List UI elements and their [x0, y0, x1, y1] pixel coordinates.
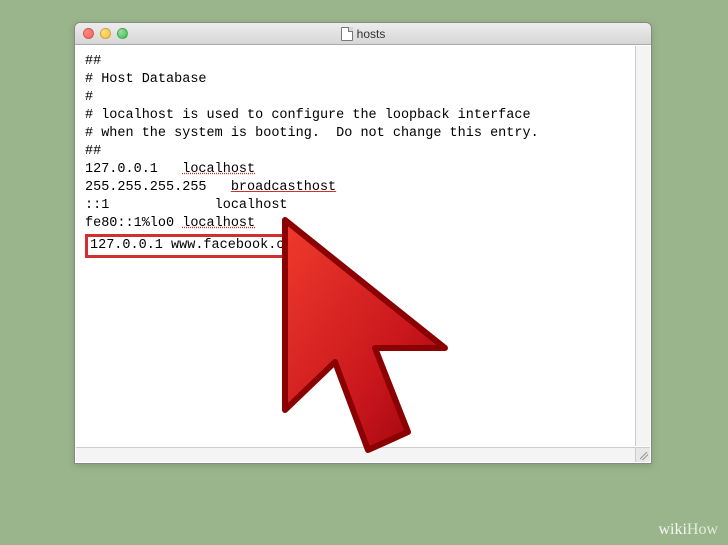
spellcheck-underline: localhost [182, 162, 255, 177]
title-area: hosts [75, 27, 651, 41]
minimize-button[interactable] [100, 28, 111, 39]
watermark: wikiHow [658, 521, 718, 539]
document-icon [341, 27, 353, 41]
hosts-line: # Host Database [85, 71, 641, 89]
hosts-line: 127.0.0.1 localhost [85, 161, 641, 179]
hosts-line: ## [85, 143, 641, 161]
spellcheck-underline: broadcasthost [231, 180, 336, 195]
hosts-line: fe80::1%lo0 localhost [85, 215, 641, 233]
hosts-line: # [85, 89, 641, 107]
zoom-button[interactable] [117, 28, 128, 39]
traffic-lights [83, 28, 128, 39]
window-title: hosts [357, 27, 386, 41]
spellcheck-underline: localhost [182, 216, 255, 231]
editor-content[interactable]: ## # Host Database # # localhost is used… [75, 45, 651, 266]
text-editor-window: hosts ## # Host Database # # localhost i… [74, 22, 652, 464]
hosts-line: ::1 localhost [85, 197, 641, 215]
vertical-scrollbar[interactable] [635, 46, 650, 446]
hosts-line: # when the system is booting. Do not cha… [85, 125, 641, 143]
window-titlebar[interactable]: hosts [75, 23, 651, 45]
hosts-line: # localhost is used to configure the loo… [85, 107, 641, 125]
new-entry-highlight: 127.0.0.1 www.facebook.com [85, 234, 306, 258]
hosts-line: 255.255.255.255 broadcasthost [85, 179, 641, 197]
watermark-how: How [687, 521, 718, 538]
resize-handle[interactable] [635, 447, 650, 462]
watermark-wiki: wiki [658, 521, 686, 538]
horizontal-scrollbar[interactable] [76, 447, 635, 462]
highlighted-entry: 127.0.0.1 www.facebook.com [85, 233, 641, 258]
close-button[interactable] [83, 28, 94, 39]
hosts-line: ## [85, 53, 641, 71]
